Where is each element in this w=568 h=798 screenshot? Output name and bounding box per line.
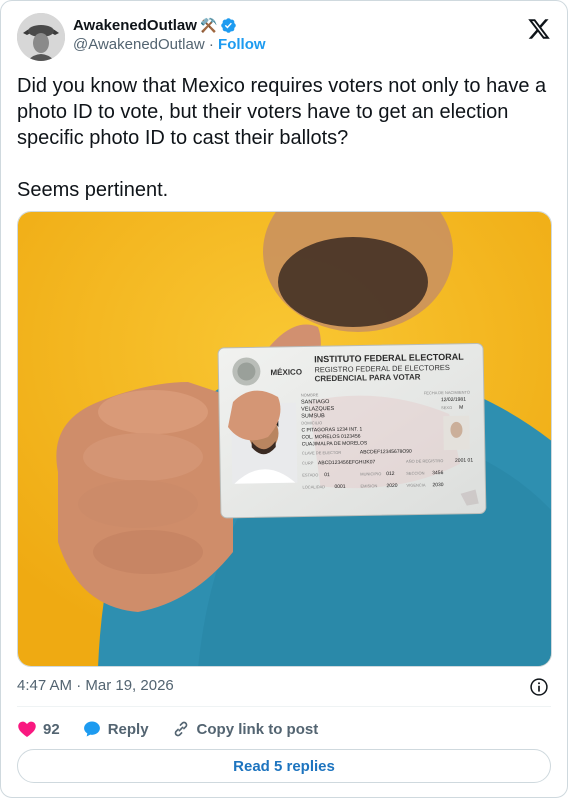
id-country: MÉXICO [270, 368, 302, 378]
tweet-image[interactable]: MÉXICO INSTITUTO FEDERAL ELECTORAL REGIS… [17, 211, 552, 667]
reply-label: Reply [107, 720, 149, 738]
id-emision-label: EMISION [360, 483, 377, 488]
id-estado-label: ESTADO [302, 472, 318, 477]
follow-button[interactable]: Follow [218, 36, 266, 53]
x-logo-icon[interactable] [527, 17, 551, 41]
id-address-line-2: COL. MORELOS 0123456 [302, 434, 361, 441]
id-emision-value: 2020 [386, 483, 397, 489]
reply-button[interactable]: Reply [82, 719, 149, 739]
link-icon [174, 721, 187, 737]
id-domicilio-label: DOMICILIO [301, 420, 322, 425]
tweet-card: AwakenedOutlaw ⚒️ @AwakenedOutlaw · Foll… [0, 0, 568, 798]
id-sexo-value: M [459, 405, 463, 411]
id-name-line-3: SUMSUB [301, 413, 325, 419]
post-timestamp[interactable]: 4:47 AM · Mar 19, 2026 [17, 677, 174, 694]
id-curp-value: ABCD123456EFGHIJK07 [318, 459, 376, 466]
info-icon[interactable] [529, 677, 549, 697]
copy-link-button[interactable]: Copy link to post [171, 719, 319, 739]
id-clave-value: ABCDEF12345678O90 [360, 449, 412, 456]
like-button[interactable]: 92 [17, 719, 60, 739]
hammer-pick-icon: ⚒️ [199, 17, 218, 33]
author-handle[interactable]: @AwakenedOutlaw [73, 36, 205, 53]
author-names: AwakenedOutlaw ⚒️ @AwakenedOutlaw · Foll… [73, 17, 266, 53]
divider [17, 706, 551, 707]
id-anio-label: AÑO DE REGISTRO [406, 458, 443, 464]
id-seccion-value: 3456 [432, 470, 443, 476]
voter-id-photo: MÉXICO INSTITUTO FEDERAL ELECTORAL REGIS… [18, 212, 551, 666]
id-vigencia-value: 2030 [432, 482, 443, 488]
id-municipio-value: 012 [386, 471, 395, 477]
id-nombre-label: NOMBRE [301, 392, 319, 397]
copy-link-label: Copy link to post [196, 720, 319, 738]
id-name-line-2: VELAZQUES [301, 406, 334, 413]
id-localidad-value: 0001 [334, 484, 345, 490]
id-fecha-label: FECHA DE NACIMIENTO [424, 390, 470, 396]
id-municipio-label: MUNICIPIO [360, 471, 381, 476]
id-sexo-label: SEXO [441, 405, 452, 410]
id-name-line-1: SANTIAGO [301, 399, 330, 406]
id-clave-label: CLAVE DE ELECTOR [302, 450, 342, 456]
verified-badge-icon [221, 18, 237, 33]
id-localidad-label: LOCALIDAD [302, 484, 325, 489]
reply-bubble-icon [83, 721, 100, 737]
id-curp-label: CURP [302, 460, 314, 465]
avatar[interactable] [17, 13, 65, 61]
display-name[interactable]: AwakenedOutlaw [73, 17, 197, 34]
action-bar: 92 Reply Copy link to post [17, 717, 340, 741]
id-anio-value: 2001 01 [455, 458, 473, 464]
heart-icon [18, 721, 36, 737]
id-vigencia-label: VIGENCIA [406, 482, 426, 487]
read-replies-button[interactable]: Read 5 replies [17, 749, 551, 783]
id-seccion-label: SECCION [406, 470, 424, 475]
like-count: 92 [43, 720, 60, 738]
id-fecha-value: 12/02/1981 [441, 397, 466, 403]
id-address-line-1: C PITAGORAS 1234 INT. 1 [301, 426, 362, 433]
id-estado-value: 01 [324, 472, 330, 478]
id-credential: CREDENCIAL PARA VOTAR [314, 372, 420, 383]
tweet-text: Did you know that Mexico requires voters… [17, 75, 547, 201]
tweet-header: AwakenedOutlaw ⚒️ @AwakenedOutlaw · Foll… [17, 13, 551, 65]
id-address-line-3: CUAJIMALPA DE MORELOS [302, 440, 368, 447]
separator-dot: · [204, 36, 219, 53]
